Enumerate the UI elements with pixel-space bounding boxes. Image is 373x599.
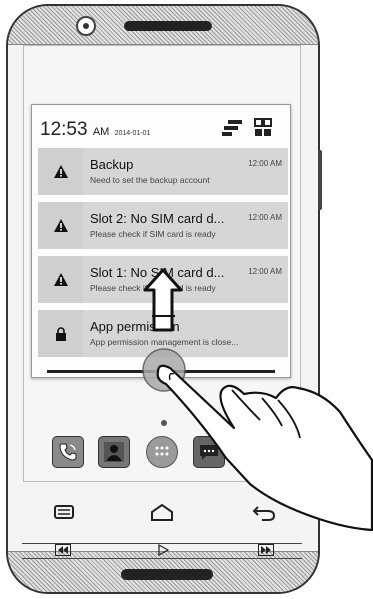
hand-icon	[156, 364, 373, 532]
swipe-up-arrow-icon	[143, 268, 183, 332]
swipe-gesture-illustration	[142, 268, 373, 532]
